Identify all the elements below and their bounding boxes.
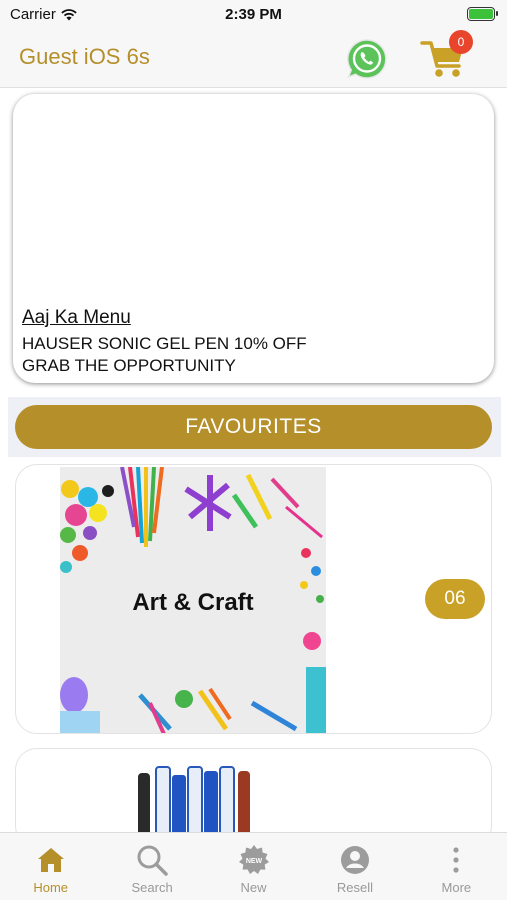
app-header: Guest iOS 6s [0, 30, 507, 88]
category-card[interactable]: Art & Craft 06 [15, 464, 492, 734]
tab-resell[interactable]: Resell [304, 833, 405, 900]
home-icon [37, 848, 64, 872]
whatsapp-button[interactable] [345, 37, 389, 81]
cart-count-badge: 0 [449, 30, 473, 54]
favourites-button[interactable]: FAVOURITES [15, 405, 492, 449]
tab-label: More [441, 880, 472, 895]
banner-tagline: GRAB THE OPPORTUNITY [22, 356, 236, 375]
bottom-tab-bar: Home Search NEW New Resell More [0, 832, 507, 900]
tab-more[interactable]: More [406, 833, 507, 900]
tab-label: Resell [336, 880, 373, 895]
search-icon [137, 845, 168, 876]
banner-offer-text: HAUSER SONIC GEL PEN 10% OFF [22, 334, 307, 353]
tab-label: New [240, 880, 267, 895]
tab-label: Search [131, 880, 173, 895]
app-screen: Carrier 2:39 PM Guest iOS 6s 0 Aaj Ka Me… [0, 0, 507, 900]
category-count-badge: 06 [425, 579, 485, 619]
page-title: Guest iOS 6s [19, 44, 150, 69]
tab-home[interactable]: Home [0, 833, 101, 900]
new-badge-icon: NEW [238, 845, 269, 874]
tab-label: Home [33, 880, 69, 895]
status-time: 2:39 PM [225, 6, 282, 23]
status-bar: Carrier 2:39 PM [0, 0, 507, 30]
tab-search[interactable]: Search [101, 833, 202, 900]
user-icon [340, 846, 369, 874]
svg-text:NEW: NEW [245, 858, 262, 865]
tab-new[interactable]: NEW New [203, 833, 304, 900]
banner-heading[interactable]: Aaj Ka Menu [22, 307, 131, 329]
category-caption: Art & Craft [132, 589, 254, 616]
battery-icon [467, 7, 498, 21]
whatsapp-icon [347, 39, 387, 79]
category-image: Art & Craft [60, 467, 326, 733]
more-vertical-icon [453, 847, 459, 873]
promo-banner[interactable]: Aaj Ka Menu HAUSER SONIC GEL PEN 10% OFF… [13, 94, 494, 383]
